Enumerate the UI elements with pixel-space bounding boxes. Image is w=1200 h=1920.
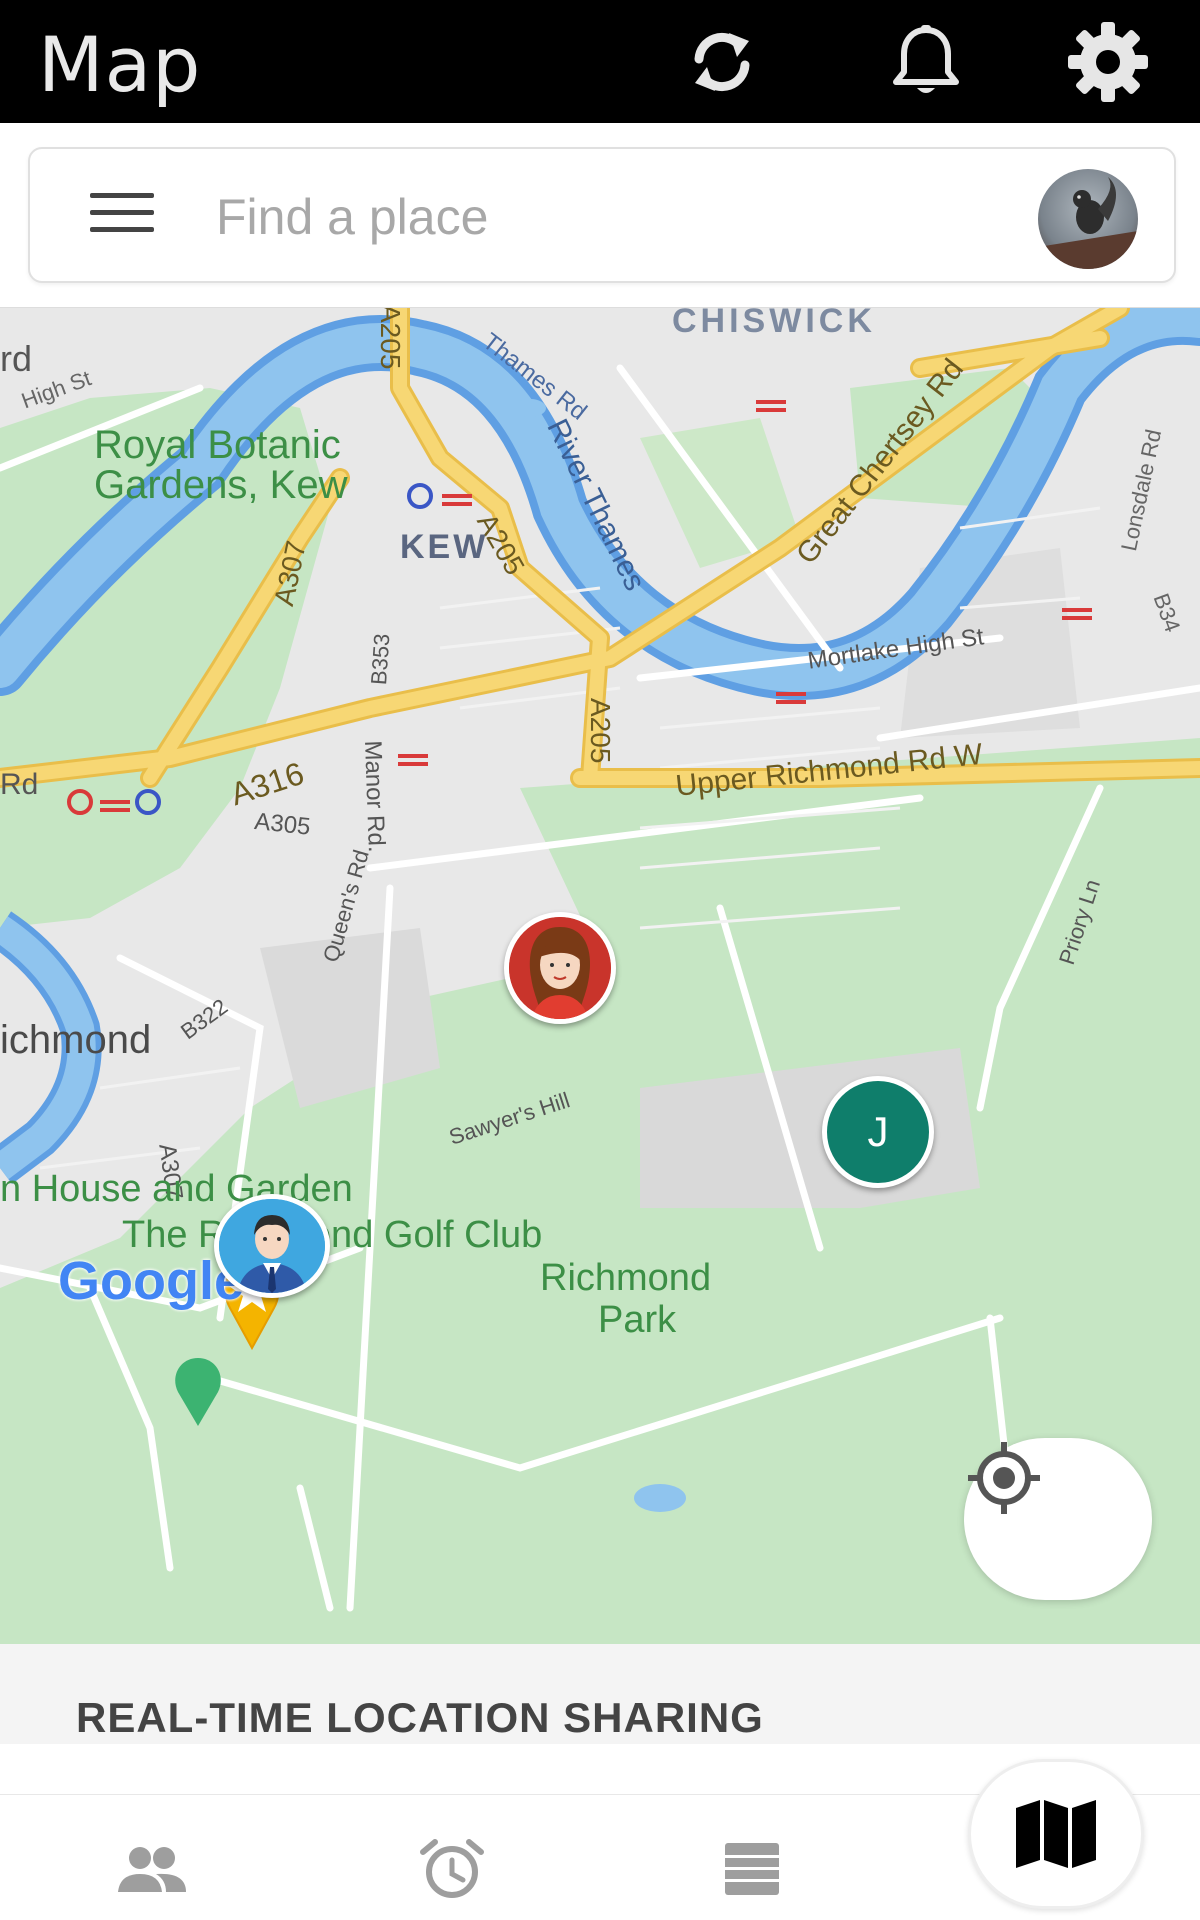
crosshair-icon	[968, 1442, 1040, 1514]
marker-contact-j[interactable]: J	[822, 1076, 934, 1188]
menu-icon[interactable]	[90, 193, 154, 239]
marker-woman-avatar[interactable]	[504, 912, 616, 1024]
alarm-icon[interactable]	[412, 1837, 492, 1901]
top-app-bar: Map	[0, 0, 1200, 123]
map-label-richmond-park-1: Richmond	[540, 1257, 712, 1299]
map-label-b353: B353	[366, 632, 395, 686]
map-label-royal-botanic-2: Gardens, Kew	[94, 463, 348, 507]
page-title: Map	[38, 20, 202, 109]
bell-icon[interactable]	[884, 20, 968, 104]
map-label-richmond: ichmond	[0, 1018, 152, 1062]
map-label-manor-rd: Manor Rd.	[359, 740, 390, 853]
map-view[interactable]: CHISWICK KEW Royal Botanic Gardens, Kew …	[0, 308, 1200, 1644]
map-label-a205-low: A205	[585, 698, 616, 764]
map-label-rd-mid: Rd	[0, 768, 39, 801]
marker-man-avatar[interactable]	[214, 1194, 330, 1298]
map-icon[interactable]	[968, 1759, 1144, 1909]
refresh-icon[interactable]	[680, 20, 764, 104]
bottom-nav	[0, 1759, 1200, 1920]
map-label-richmond-park-2: Park	[598, 1299, 677, 1341]
people-icon[interactable]	[112, 1837, 192, 1901]
my-location-button[interactable]	[964, 1438, 1152, 1600]
user-avatar[interactable]	[1038, 169, 1138, 269]
list-icon[interactable]	[712, 1837, 792, 1901]
search-box[interactable]	[28, 147, 1176, 283]
map-label-a305: A305	[253, 808, 312, 841]
map-label-a205-top: A205	[375, 308, 406, 370]
map-label-rd-top: rd	[0, 338, 33, 379]
map-label-royal-botanic-1: Royal Botanic	[94, 423, 341, 467]
search-input[interactable]	[216, 181, 996, 253]
marker-contact-j-initial: J	[867, 1108, 889, 1155]
app-root: Map Find a place CHISWICK KEW Royal Bota…	[0, 0, 1200, 1920]
gear-icon[interactable]	[1066, 20, 1150, 104]
search-bar-container	[0, 123, 1200, 308]
sharing-header: REAL-TIME LOCATION SHARING	[0, 1644, 1200, 1744]
map-label-chiswick: CHISWICK	[672, 308, 876, 340]
sharing-label: REAL-TIME LOCATION SHARING	[76, 1694, 764, 1741]
